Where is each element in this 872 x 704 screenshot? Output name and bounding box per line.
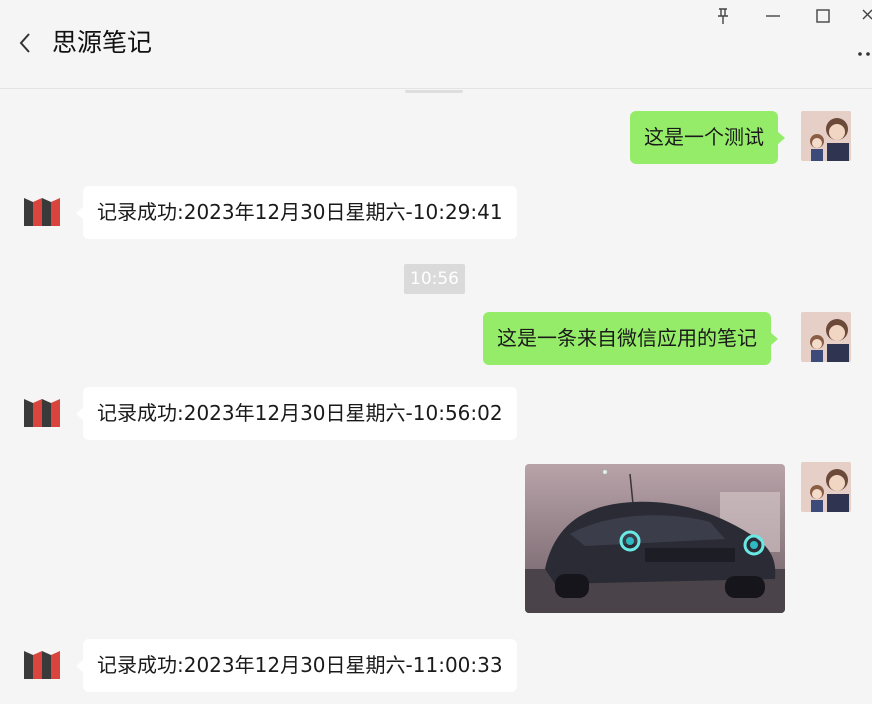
incoming-message[interactable]: 记录成功:2023年12月30日星期六-11:00:33 xyxy=(76,639,517,692)
close-icon[interactable] xyxy=(857,4,872,28)
user-avatar[interactable] xyxy=(801,462,851,512)
more-dots-icon[interactable] xyxy=(856,46,872,62)
chat-title: 思源笔记 xyxy=(52,28,153,57)
user-avatar[interactable] xyxy=(801,111,851,161)
minimize-icon[interactable] xyxy=(761,4,785,28)
message-list[interactable]: 这是一个测试 记录成功:2023年12月30日星期六-10:29:41 10:5… xyxy=(0,90,872,704)
image-message[interactable] xyxy=(525,464,785,613)
notebook-bot-avatar[interactable] xyxy=(16,639,66,689)
scroll-indicator xyxy=(405,90,463,93)
incoming-message[interactable]: 记录成功:2023年12月30日星期六-10:56:02 xyxy=(76,387,517,440)
outgoing-message[interactable]: 这是一条来自微信应用的笔记 xyxy=(483,312,778,365)
time-divider: 10:56 xyxy=(404,264,465,294)
user-avatar[interactable] xyxy=(801,312,851,362)
chevron-left-icon[interactable] xyxy=(16,30,36,56)
pin-icon[interactable] xyxy=(711,4,735,28)
outgoing-message[interactable]: 这是一个测试 xyxy=(630,111,785,164)
title-bar: 思源笔记 xyxy=(0,0,872,89)
notebook-bot-avatar[interactable] xyxy=(16,186,66,236)
maximize-icon[interactable] xyxy=(811,4,835,28)
notebook-bot-avatar[interactable] xyxy=(16,387,66,437)
chat-window: 思源笔记 这是一个测试 记录成功:2023年12月30日星期六-10:29:41… xyxy=(0,0,872,704)
incoming-message[interactable]: 记录成功:2023年12月30日星期六-10:29:41 xyxy=(76,186,517,239)
